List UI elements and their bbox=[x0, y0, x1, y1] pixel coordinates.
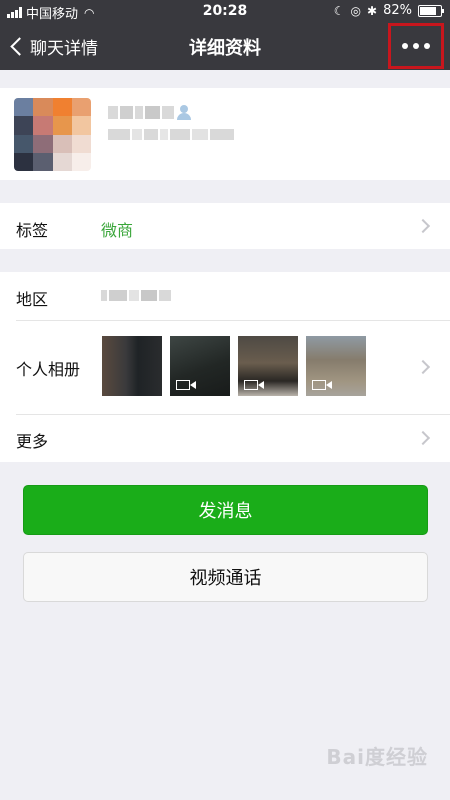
album-video bbox=[170, 336, 230, 396]
more-options-button[interactable] bbox=[388, 23, 444, 69]
contact-person-icon bbox=[177, 105, 191, 120]
tag-label: 标签 bbox=[16, 221, 49, 240]
more-label: 更多 bbox=[16, 432, 49, 451]
album-video bbox=[238, 336, 298, 396]
back-button[interactable]: 聊天详情 bbox=[9, 34, 98, 59]
dot-icon bbox=[424, 43, 430, 49]
region-row: 地区 bbox=[0, 272, 450, 320]
status-right: ☾ ◎ ✱ 82% bbox=[333, 3, 444, 18]
video-call-button[interactable]: 视频通话 bbox=[23, 552, 428, 602]
album-row[interactable]: 个人相册 bbox=[0, 320, 450, 414]
dot-icon bbox=[413, 43, 419, 49]
contact-name-redacted bbox=[108, 106, 174, 119]
album-thumbnails bbox=[102, 336, 366, 396]
chevron-right-icon bbox=[415, 359, 431, 375]
chevron-left-icon bbox=[10, 37, 29, 56]
moon-icon: ☾ bbox=[333, 3, 345, 18]
video-icon bbox=[176, 380, 196, 390]
profile-card[interactable] bbox=[0, 88, 450, 180]
wechat-id-redacted bbox=[108, 129, 238, 140]
info-section: 地区 个人相册 更多 bbox=[0, 272, 450, 462]
dot-icon bbox=[402, 43, 408, 49]
more-row[interactable]: 更多 bbox=[0, 414, 450, 462]
region-label: 地区 bbox=[16, 290, 49, 309]
video-icon bbox=[244, 380, 264, 390]
watermark: Bai度经验 bbox=[326, 745, 428, 769]
album-photo bbox=[102, 336, 162, 396]
tag-section: 标签 微商 bbox=[0, 203, 450, 249]
avatar[interactable] bbox=[14, 98, 91, 171]
tag-value: 微商 bbox=[101, 221, 134, 240]
lock-rotation-icon: ◎ bbox=[350, 3, 362, 18]
region-value-redacted bbox=[101, 290, 171, 301]
battery-icon bbox=[418, 4, 444, 17]
tag-row[interactable]: 标签 微商 bbox=[0, 203, 450, 249]
video-icon bbox=[312, 380, 332, 390]
album-label: 个人相册 bbox=[16, 360, 81, 379]
status-bar: 中国移动 ◠ 20:28 ☾ ◎ ✱ 82% bbox=[0, 0, 450, 22]
album-video bbox=[306, 336, 366, 396]
bluetooth-icon: ✱ bbox=[367, 3, 378, 18]
back-label: 聊天详情 bbox=[30, 39, 98, 59]
battery-percent: 82% bbox=[383, 3, 412, 18]
top-bar: 中国移动 ◠ 20:28 ☾ ◎ ✱ 82% 聊天详情 详细资料 bbox=[0, 0, 450, 70]
chevron-right-icon bbox=[415, 430, 431, 446]
send-message-button[interactable]: 发消息 bbox=[23, 485, 428, 535]
chevron-right-icon bbox=[415, 218, 431, 234]
navigation-bar: 聊天详情 详细资料 bbox=[0, 22, 450, 70]
battery-fill bbox=[420, 6, 437, 15]
